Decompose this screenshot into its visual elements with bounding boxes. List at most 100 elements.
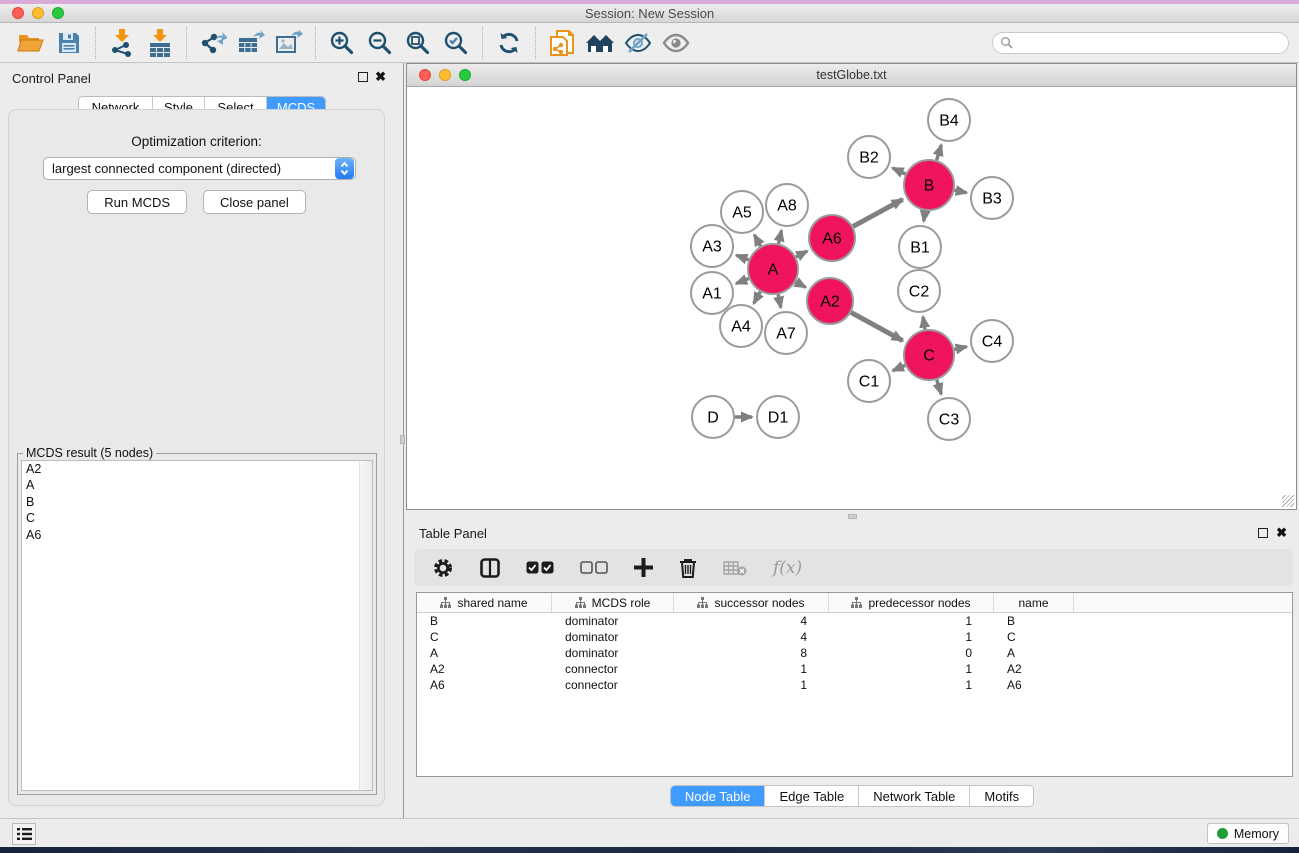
export-network-icon[interactable] bbox=[194, 26, 232, 60]
zoom-selected-icon[interactable] bbox=[437, 26, 475, 60]
add-column-icon[interactable] bbox=[634, 558, 653, 577]
network-window-titlebar[interactable]: testGlobe.txt bbox=[407, 64, 1296, 87]
table-cell[interactable]: A6 bbox=[417, 677, 552, 693]
table-cell[interactable]: 1 bbox=[829, 677, 994, 693]
graph-edge-B-B4[interactable] bbox=[937, 145, 942, 160]
import-table-icon[interactable] bbox=[141, 26, 179, 60]
zoom-in-icon[interactable] bbox=[323, 26, 361, 60]
mcds-result-item[interactable]: B bbox=[22, 494, 372, 510]
graph-edge-C-C3[interactable] bbox=[937, 380, 941, 394]
table-cell[interactable]: 1 bbox=[674, 677, 829, 693]
zoom-out-icon[interactable] bbox=[361, 26, 399, 60]
search-input[interactable] bbox=[1017, 36, 1288, 50]
graph-edge-A-A6[interactable] bbox=[796, 251, 807, 257]
table-cell[interactable]: 8 bbox=[674, 645, 829, 661]
mcds-result-item[interactable]: A bbox=[22, 477, 372, 493]
float-table-panel-icon[interactable] bbox=[1258, 528, 1268, 538]
refresh-layout-icon[interactable] bbox=[490, 26, 528, 60]
table-cell[interactable]: connector bbox=[552, 677, 674, 693]
table-cell[interactable]: A2 bbox=[417, 661, 552, 677]
table-cell[interactable]: 0 bbox=[829, 645, 994, 661]
resize-grip-icon[interactable] bbox=[1282, 495, 1294, 507]
graph-edge-A-A2[interactable] bbox=[796, 282, 806, 288]
table-cell[interactable]: 1 bbox=[829, 661, 994, 677]
graph-edge-A-A3[interactable] bbox=[736, 255, 748, 260]
table-cell[interactable]: 1 bbox=[829, 613, 994, 629]
export-table-icon[interactable] bbox=[232, 26, 270, 60]
mcds-result-list[interactable]: A2ABCA6 bbox=[21, 460, 373, 791]
table-cell[interactable]: 1 bbox=[829, 629, 994, 645]
mcds-result-item[interactable]: A6 bbox=[22, 527, 372, 543]
table-cell[interactable]: B bbox=[994, 613, 1074, 629]
graph-edge-C-C4[interactable] bbox=[954, 347, 966, 350]
table-row[interactable]: Cdominator41C bbox=[417, 629, 1292, 645]
tab-network-table[interactable]: Network Table bbox=[859, 786, 970, 806]
table-cell[interactable]: A bbox=[994, 645, 1074, 661]
graph-edge-A-A5[interactable] bbox=[754, 235, 760, 246]
table-cell[interactable]: C bbox=[417, 629, 552, 645]
column-header-successor-nodes[interactable]: successor nodes bbox=[674, 593, 829, 612]
graph-edge-C-C1[interactable] bbox=[893, 365, 905, 370]
graph-edge-B-B1[interactable] bbox=[924, 211, 926, 222]
run-mcds-button[interactable]: Run MCDS bbox=[87, 190, 187, 214]
graph-edge-B-B3[interactable] bbox=[954, 190, 966, 192]
deselect-all-checkboxes-icon[interactable] bbox=[580, 561, 608, 574]
vertical-splitter-grip[interactable] bbox=[400, 435, 405, 444]
graph-edge-A2-C[interactable] bbox=[851, 312, 903, 340]
tab-motifs[interactable]: Motifs bbox=[970, 786, 1033, 806]
column-layout-icon[interactable] bbox=[480, 558, 500, 578]
column-header-shared-name[interactable]: shared name bbox=[417, 593, 552, 612]
table-cell[interactable]: A6 bbox=[994, 677, 1074, 693]
table-cell[interactable]: 1 bbox=[674, 661, 829, 677]
table-cell[interactable]: C bbox=[994, 629, 1074, 645]
table-row[interactable]: A6connector11A6 bbox=[417, 677, 1292, 693]
list-scrollbar[interactable] bbox=[359, 461, 372, 790]
graph-edge-A-A4[interactable] bbox=[754, 292, 761, 304]
column-header-name[interactable]: name bbox=[994, 593, 1074, 612]
mcds-result-item[interactable]: C bbox=[22, 510, 372, 526]
hide-details-eye-slash-icon[interactable] bbox=[619, 26, 657, 60]
network-canvas[interactable]: B4B2BB3A5A8A6A3B1AA1C2A2A4A7C4CC1C3DD1 bbox=[407, 87, 1296, 509]
zoom-fit-icon[interactable] bbox=[399, 26, 437, 60]
save-session-icon[interactable] bbox=[50, 26, 88, 60]
table-cell[interactable]: 4 bbox=[674, 613, 829, 629]
network-from-document-icon[interactable] bbox=[543, 26, 581, 60]
column-header-MCDS-role[interactable]: MCDS role bbox=[552, 593, 674, 612]
mcds-result-item[interactable]: A2 bbox=[22, 461, 372, 477]
home-icon[interactable] bbox=[581, 26, 619, 60]
graph-edge-A-A7[interactable] bbox=[778, 294, 781, 307]
memory-button[interactable]: Memory bbox=[1207, 823, 1289, 844]
import-network-icon[interactable] bbox=[103, 26, 141, 60]
close-table-panel-icon[interactable]: ✖ bbox=[1276, 525, 1287, 541]
table-cell[interactable]: connector bbox=[552, 661, 674, 677]
graph-edge-A-A1[interactable] bbox=[736, 279, 749, 284]
table-cell[interactable]: A2 bbox=[994, 661, 1074, 677]
delete-column-icon[interactable] bbox=[679, 558, 697, 578]
graph-edge-C-C2[interactable] bbox=[923, 317, 925, 330]
table-row[interactable]: Bdominator41B bbox=[417, 613, 1292, 629]
float-panel-icon[interactable] bbox=[358, 72, 368, 82]
table-cell[interactable]: B bbox=[417, 613, 552, 629]
close-panel-button[interactable]: Close panel bbox=[203, 190, 306, 214]
optimization-criterion-dropdown[interactable]: largest connected component (directed) bbox=[43, 157, 356, 180]
table-cell[interactable]: 4 bbox=[674, 629, 829, 645]
tab-node-table[interactable]: Node Table bbox=[671, 786, 766, 806]
select-all-checkboxes-icon[interactable] bbox=[526, 561, 554, 574]
tab-edge-table[interactable]: Edge Table bbox=[765, 786, 859, 806]
open-file-icon[interactable] bbox=[12, 26, 50, 60]
table-row[interactable]: Adominator80A bbox=[417, 645, 1292, 661]
search-field[interactable] bbox=[992, 32, 1289, 54]
node-table[interactable]: shared nameMCDS rolesuccessor nodesprede… bbox=[416, 592, 1293, 777]
table-cell[interactable]: dominator bbox=[552, 629, 674, 645]
task-history-button[interactable] bbox=[12, 823, 36, 845]
table-cell[interactable]: dominator bbox=[552, 645, 674, 661]
graph-edge-B-B2[interactable] bbox=[893, 168, 906, 174]
export-image-icon[interactable] bbox=[270, 26, 308, 60]
show-details-eye-icon[interactable] bbox=[657, 26, 695, 60]
close-panel-icon[interactable]: ✖ bbox=[375, 69, 386, 85]
table-cell[interactable]: A bbox=[417, 645, 552, 661]
table-row[interactable]: A2connector11A2 bbox=[417, 661, 1292, 677]
table-cell[interactable]: dominator bbox=[552, 613, 674, 629]
graph-edge-A6-B[interactable] bbox=[853, 199, 903, 226]
column-header-predecessor-nodes[interactable]: predecessor nodes bbox=[829, 593, 994, 612]
